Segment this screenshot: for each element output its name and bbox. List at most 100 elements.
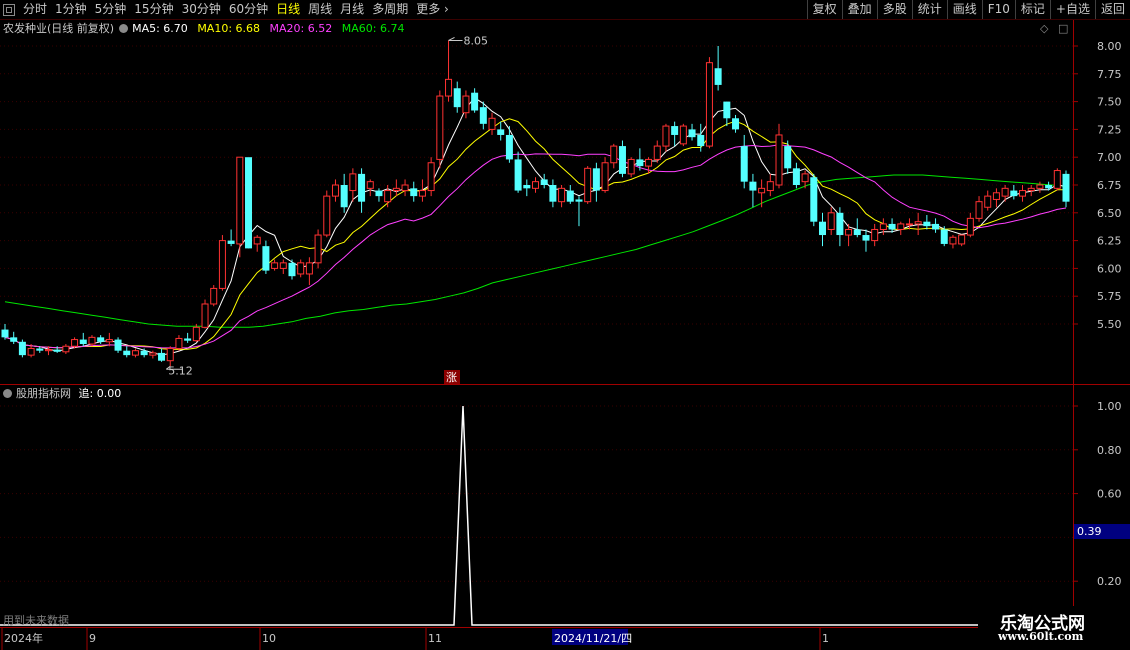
toolbar-button-8[interactable]: 返回 [1094,0,1130,19]
candle-body-up [966,217,974,236]
candle-body-up [105,339,113,343]
indicator-value: 追: 0.00 [78,387,122,400]
candle-body-down [671,126,679,135]
diamond-icon[interactable]: ◇ [1040,22,1048,35]
period-tab-9[interactable]: 多周期 [368,0,412,19]
candle-body-up [679,125,687,145]
candle-body-up [305,262,313,275]
candle-body-down [853,229,861,236]
candle-body-up [175,337,183,349]
toolbar-button-2[interactable]: 多股 [876,0,912,19]
period-tab-0[interactable]: 分时 [19,0,51,19]
candle-body-up [958,234,966,245]
candle-body-down [1062,173,1070,202]
candle-body-up [601,162,609,192]
candle-body-up [584,167,592,203]
candle-body-down [514,159,522,191]
candle-body-up [218,240,226,289]
kline-chart: 8.00 7.75 7.50 7.25 7.00 6.75 6.50 6.25 6.00 5.75… [0,20,1130,650]
candle-body-up [975,201,983,219]
candle-body-up [253,236,261,245]
candle-body-down [375,190,383,197]
toolbar-button-0[interactable]: 复权 [806,0,842,19]
period-tabs: 分时 1分钟 5分钟 15分钟 30分钟 60分钟 日线 周线 月线 多周期 更多 › [3,0,453,19]
candle-body-up [201,303,209,328]
date-oct-label: 10 [262,632,276,645]
candle-body-down [792,168,800,185]
candle-body-down [818,221,826,236]
high-marker [448,36,463,41]
ma60-line [4,174,1067,328]
candle-body-down [245,157,253,249]
candle-body-up [323,195,331,236]
candle-body-up [897,223,905,230]
candle-body-up [845,228,853,236]
candle-body-up [1019,190,1027,197]
indicator-tick-label: 1.00 [1097,400,1122,413]
date-cursor-box [552,629,628,645]
candle-body-down [340,185,348,208]
candle-body-down [810,177,818,222]
candle-body-up [662,125,670,147]
period-tab-3[interactable]: 15分钟 [130,0,177,19]
candle-body-up [314,234,322,264]
candle-body-down [358,173,366,202]
ma60-label: MA60: 6.74 [341,22,405,35]
candle-body-down [566,190,574,202]
toolbar-button-3[interactable]: 统计 [911,0,947,19]
candle-body-up [279,262,287,269]
candle-body-up [558,187,566,203]
future-data-note: 用到未来数据 [3,613,69,627]
window-layout-icon[interactable] [3,3,15,16]
candle-body-up [532,181,539,189]
price-tick-label: 6.00 [1097,262,1122,275]
indicator-settings-icon[interactable] [3,389,12,398]
period-tab-6[interactable]: 日线 [272,0,304,19]
candle-body-down [723,101,731,119]
candle-body-down [1045,185,1053,189]
indicator-name[interactable]: 股朋指标网 [16,387,71,400]
candle-body-down [36,348,44,351]
toolbar-button-1[interactable]: 叠加 [841,0,877,19]
stock-title[interactable]: 农发种业(日线 前复权) [0,22,114,35]
toolbar-button-6[interactable]: 标记 [1014,0,1050,19]
toolbar-button-4[interactable]: 画线 [946,0,982,19]
period-tab-8[interactable]: 月线 [336,0,368,19]
period-tab-5[interactable]: 60分钟 [225,0,272,19]
candle-body-down [505,134,513,160]
candle-body-up [801,173,809,183]
candle-body-down [53,349,61,352]
candle-body-up [401,184,409,192]
settings-circle-icon[interactable] [119,24,129,33]
toolbar-button-5[interactable]: F10 [981,0,1015,19]
period-tab-2[interactable]: 5分钟 [91,0,131,19]
period-tab-1[interactable]: 1分钟 [51,0,91,19]
square-icon[interactable]: □ [1058,22,1068,35]
candle-body-down [453,88,461,108]
candle-body-down [97,337,105,342]
indicator-line [0,405,1073,626]
candle-body-down [227,240,235,244]
price-tick-label: 5.50 [1097,318,1122,331]
candle-body-up [88,336,96,345]
period-tab-10[interactable]: 更多 › [412,0,453,19]
candle-body-up [488,117,496,130]
indicator-tick-label: 0.80 [1097,444,1122,457]
candle-body-up [192,326,200,342]
candle-body-down [932,223,940,230]
period-tab-7[interactable]: 周线 [304,0,336,19]
candle-body-down [184,338,192,341]
candle-body-down [862,235,870,241]
ma20-line [4,144,1067,349]
candle-body-down [10,337,18,342]
candle-body-up [627,158,635,175]
candle-body-down [592,168,600,191]
period-tab-4[interactable]: 30分钟 [178,0,225,19]
ma10-line [4,118,1066,350]
candle-body-up [166,347,174,362]
candle-body-down [479,107,487,124]
candle-body-up [827,212,835,230]
candle-body-up [949,236,957,245]
toolbar-button-7[interactable]: +自选 [1049,0,1095,19]
date-year-label: 2024年 [4,631,43,645]
